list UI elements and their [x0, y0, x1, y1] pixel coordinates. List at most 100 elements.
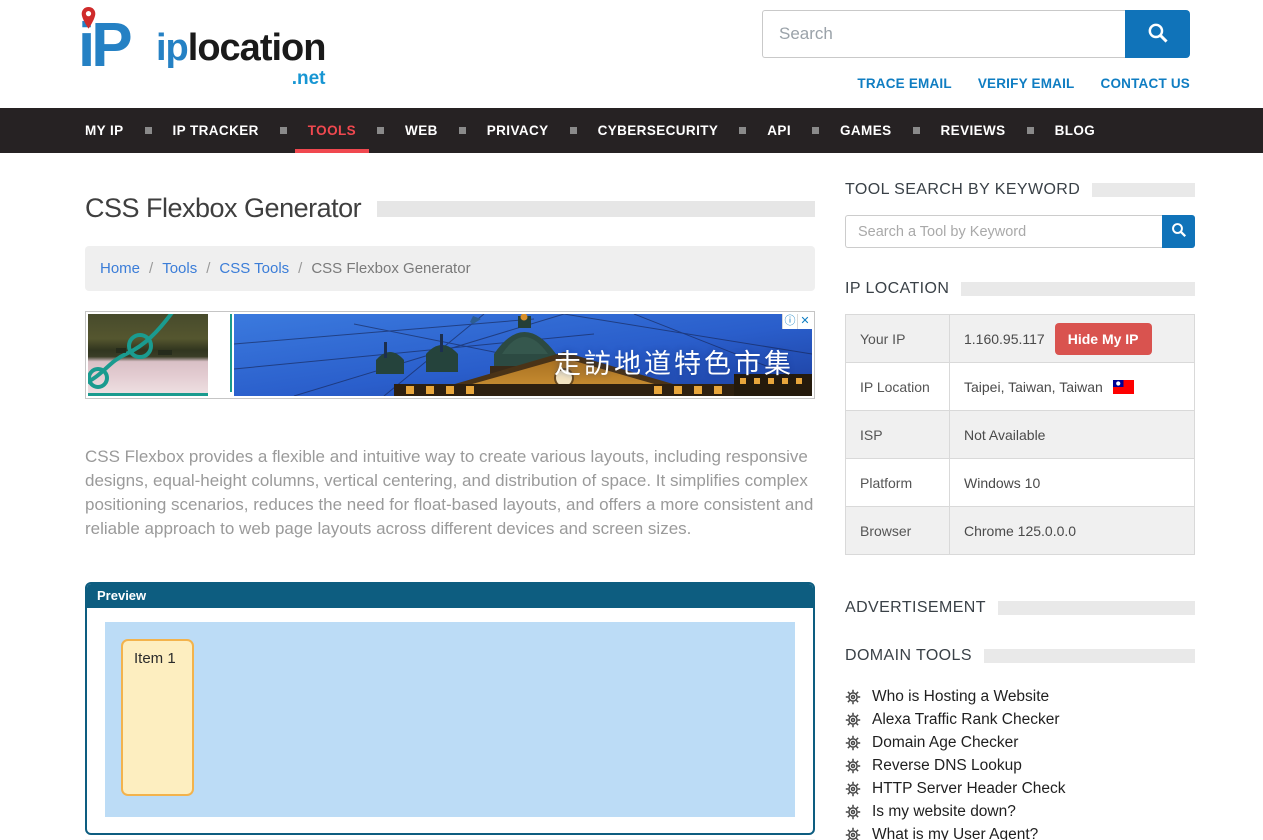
verify-email-link[interactable]: VERIFY EMAIL [978, 76, 1075, 91]
breadcrumb-tools[interactable]: Tools [162, 260, 197, 277]
ad-close-icon[interactable]: ✕ [797, 314, 812, 329]
nav-item-tools[interactable]: TOOLS [308, 108, 356, 153]
site-search-input[interactable] [762, 10, 1125, 58]
nav-separator [280, 127, 287, 134]
domain-tool-http-header[interactable]: HTTP Server Header Check [845, 777, 1195, 800]
your-ip-value: 1.160.95.117 [964, 331, 1045, 347]
nav-item-api[interactable]: API [767, 108, 791, 153]
breadcrumb-home[interactable]: Home [100, 260, 140, 277]
site-header: iP iplocation .net TRACE EMAIL VERIFY EM… [0, 0, 1263, 108]
ad-left-image [88, 314, 208, 396]
advertisement-heading-row: ADVERTISEMENT [845, 599, 1195, 617]
trace-email-link[interactable]: TRACE EMAIL [857, 76, 951, 91]
gear-icon [845, 827, 861, 840]
page-title: CSS Flexbox Generator [85, 193, 361, 224]
table-row: Browser Chrome 125.0.0.0 [846, 507, 1195, 555]
gear-icon [845, 689, 861, 705]
nav-separator [1027, 127, 1034, 134]
domain-tool-label: Reverse DNS Lookup [872, 757, 1022, 775]
nav-item-blog[interactable]: BLOG [1055, 108, 1096, 153]
gear-icon [845, 758, 861, 774]
logo-wordmark: iplocation .net [156, 27, 325, 84]
domain-tools-heading: DOMAIN TOOLS [845, 647, 972, 665]
ad-info-icon[interactable]: ⓘ [782, 314, 797, 329]
tool-search-button[interactable] [1162, 215, 1195, 248]
gear-icon [845, 781, 861, 797]
table-row: IP Location Taipei, Taiwan, Taiwan [846, 363, 1195, 411]
location-pin-icon [80, 6, 97, 35]
contact-us-link[interactable]: CONTACT US [1101, 76, 1191, 91]
heading-decoration-bar [961, 282, 1195, 296]
domain-tool-alexa-rank[interactable]: Alexa Traffic Rank Checker [845, 708, 1195, 731]
nav-separator [570, 127, 577, 134]
nav-item-ip-tracker[interactable]: IP TRACKER [173, 108, 259, 153]
row-label: Browser [846, 507, 950, 555]
domain-tool-domain-age[interactable]: Domain Age Checker [845, 731, 1195, 754]
nav-separator [145, 127, 152, 134]
domain-tool-user-agent[interactable]: What is my User Agent? [845, 823, 1195, 840]
taiwan-flag-icon [1113, 380, 1134, 394]
nav-separator [739, 127, 746, 134]
tool-search-heading: TOOL SEARCH BY KEYWORD [845, 181, 1080, 199]
row-label: ISP [846, 411, 950, 459]
advertisement-heading: ADVERTISEMENT [845, 599, 986, 617]
logo-net: .net [292, 68, 326, 90]
gear-icon [845, 712, 861, 728]
site-search [762, 10, 1190, 58]
site-search-button[interactable] [1125, 10, 1190, 58]
ad-headline: 走訪地道特色市集 [554, 342, 794, 381]
gear-icon [845, 804, 861, 820]
domain-tool-label: Who is Hosting a Website [872, 688, 1049, 706]
nav-item-my-ip[interactable]: MY IP [85, 108, 124, 153]
nav-item-web[interactable]: WEB [405, 108, 438, 153]
ad-banner[interactable]: 走訪地道特色市集 ⓘ ✕ [85, 311, 815, 399]
tool-search [845, 215, 1195, 248]
preview-panel-body: Item 1 [87, 608, 813, 833]
breadcrumb-separator: / [206, 260, 210, 277]
hide-my-ip-button[interactable]: Hide My IP [1055, 323, 1152, 355]
nav-item-privacy[interactable]: PRIVACY [487, 108, 549, 153]
table-row: Your IP 1.160.95.117 Hide My IP [846, 315, 1195, 363]
domain-tool-label: Alexa Traffic Rank Checker [872, 711, 1060, 729]
tool-search-input[interactable] [845, 215, 1162, 248]
nav-separator [812, 127, 819, 134]
main-column: CSS Flexbox Generator Home / Tools / CSS… [85, 153, 815, 840]
breadcrumb-separator: / [298, 260, 302, 277]
domain-tool-who-is-hosting[interactable]: Who is Hosting a Website [845, 685, 1195, 708]
search-icon [1147, 22, 1169, 47]
isp-value: Not Available [950, 411, 1195, 459]
domain-tool-label: Is my website down? [872, 803, 1016, 821]
ad-main-image: 走訪地道特色市集 ⓘ ✕ [234, 314, 812, 396]
nav-item-games[interactable]: GAMES [840, 108, 892, 153]
nav-item-cybersecurity[interactable]: CYBERSECURITY [598, 108, 719, 153]
logo-word-ip: ip [156, 27, 188, 69]
domain-tool-label: HTTP Server Header Check [872, 780, 1066, 798]
ad-choices: ⓘ ✕ [782, 314, 812, 329]
content-container: CSS Flexbox Generator Home / Tools / CSS… [85, 153, 1195, 840]
breadcrumb-current: CSS Flexbox Generator [311, 260, 470, 277]
row-label: Platform [846, 459, 950, 507]
flex-item-1[interactable]: Item 1 [121, 639, 194, 796]
sidebar: TOOL SEARCH BY KEYWORD IP LOCATION Your … [845, 153, 1195, 840]
breadcrumb-separator: / [149, 260, 153, 277]
flexbox-preview-container: Item 1 [105, 622, 795, 817]
domain-tool-label: What is my User Agent? [872, 826, 1038, 840]
domain-tool-reverse-dns[interactable]: Reverse DNS Lookup [845, 754, 1195, 777]
domain-tool-label: Domain Age Checker [872, 734, 1018, 752]
nav-separator [459, 127, 466, 134]
table-row: ISP Not Available [846, 411, 1195, 459]
iplocation-logo[interactable]: iP iplocation .net [78, 8, 325, 84]
ad-gap [208, 314, 234, 396]
tool-description: CSS Flexbox provides a flexible and intu… [85, 445, 815, 542]
logo-word-location: location [188, 27, 326, 69]
ip-location-table: Your IP 1.160.95.117 Hide My IP IP Locat… [845, 314, 1195, 555]
platform-value: Windows 10 [950, 459, 1195, 507]
browser-value: Chrome 125.0.0.0 [950, 507, 1195, 555]
breadcrumb-css-tools[interactable]: CSS Tools [219, 260, 289, 277]
heading-decoration-bar [1092, 183, 1195, 197]
row-value-cell: 1.160.95.117 Hide My IP [950, 315, 1195, 363]
nav-item-reviews[interactable]: REVIEWS [941, 108, 1006, 153]
tool-search-heading-row: TOOL SEARCH BY KEYWORD [845, 181, 1195, 199]
ip-location-heading: IP LOCATION [845, 280, 949, 298]
domain-tool-website-down[interactable]: Is my website down? [845, 800, 1195, 823]
